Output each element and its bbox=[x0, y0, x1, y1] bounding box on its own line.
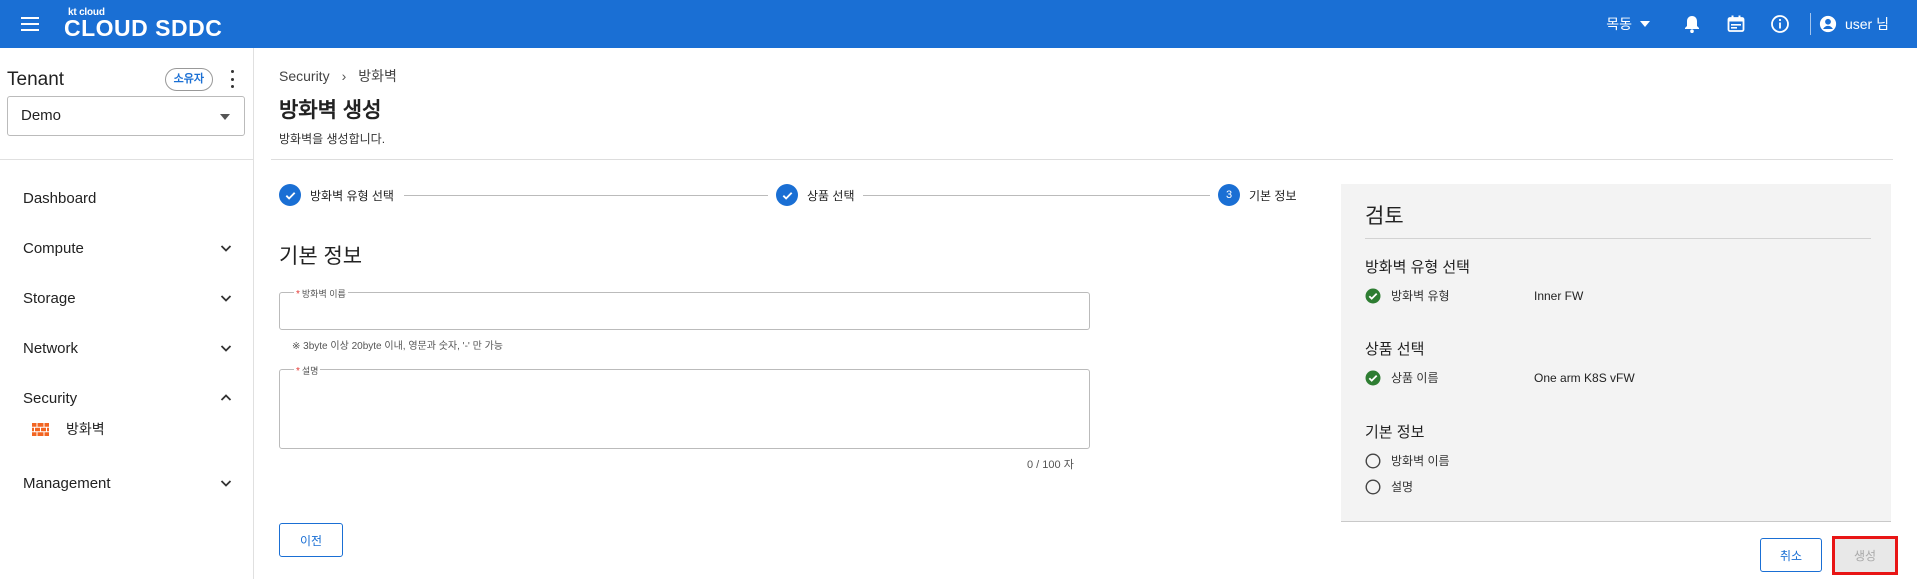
sidebar-subitem-label: 방화벽 bbox=[66, 421, 105, 437]
breadcrumb-separator: › bbox=[341, 68, 347, 84]
review-title: 검토 bbox=[1365, 205, 1404, 228]
cancel-button[interactable]: 취소 bbox=[1760, 538, 1822, 572]
step-basic-info: 3 기본 정보 bbox=[1210, 184, 1297, 206]
sidebar-item-label: Storage bbox=[23, 289, 76, 307]
sidebar-item-network[interactable]: Network bbox=[23, 336, 233, 360]
chevron-down-icon bbox=[220, 345, 232, 352]
review-row: 설명 bbox=[1365, 478, 1534, 495]
step-connector bbox=[860, 195, 1210, 196]
breadcrumb-security[interactable]: Security bbox=[279, 68, 330, 84]
review-key: 설명 bbox=[1391, 480, 1414, 494]
info-icon[interactable] bbox=[1758, 0, 1802, 48]
header-divider bbox=[271, 159, 1893, 160]
check-circle-icon bbox=[1365, 288, 1381, 303]
user-menu[interactable]: user 님 bbox=[1819, 14, 1889, 34]
step-label: 기본 정보 bbox=[1249, 188, 1297, 203]
review-section-title: 방화벽 유형 선택 bbox=[1365, 259, 1470, 276]
caret-down-icon bbox=[220, 114, 230, 120]
tenant-selected-value: Demo bbox=[21, 107, 62, 124]
chevron-down-icon bbox=[220, 480, 232, 487]
bell-icon[interactable] bbox=[1670, 0, 1714, 48]
description-label: * 설명 bbox=[294, 364, 321, 377]
firewall-name-label: * 방화벽 이름 bbox=[294, 287, 348, 300]
description-field: * 설명 bbox=[279, 364, 1090, 449]
stepper: 방화벽 유형 선택 상품 선택 3 기본 정보 bbox=[279, 184, 1297, 208]
firewall-icon bbox=[32, 422, 49, 436]
review-value: Inner FW bbox=[1534, 288, 1584, 303]
page-description: 방화벽을 생성합니다. bbox=[279, 132, 386, 146]
firewall-name-hint: ※ 3byte 이상 20byte 이내, 영문과 숫자, '-' 만 가능 bbox=[292, 341, 503, 352]
region-selector[interactable]: 목동 bbox=[1606, 14, 1650, 34]
tenant-header: Tenant 소유자 bbox=[7, 68, 245, 92]
step-label: 상품 선택 bbox=[807, 188, 855, 203]
sidebar-subitem-firewall[interactable]: 방화벽 bbox=[32, 419, 105, 439]
step-firewall-type: 방화벽 유형 선택 bbox=[279, 184, 402, 206]
description-textarea[interactable] bbox=[280, 370, 1089, 448]
check-circle-icon bbox=[1365, 370, 1381, 385]
review-value: One arm K8S vFW bbox=[1534, 370, 1635, 385]
sidebar-item-dashboard[interactable]: Dashboard bbox=[23, 186, 233, 210]
sidebar-item-label: Dashboard bbox=[23, 189, 97, 207]
review-section-title: 상품 선택 bbox=[1365, 341, 1425, 358]
review-panel: 검토 방화벽 유형 선택 방화벽 유형 Inner FW 상품 선택 상품 이름… bbox=[1341, 184, 1891, 522]
sidebar: Tenant 소유자 Demo Dashboard Compute Storag… bbox=[0, 48, 254, 579]
region-label: 목동 bbox=[1606, 16, 1632, 32]
check-icon bbox=[279, 184, 301, 206]
review-section-title: 기본 정보 bbox=[1365, 424, 1425, 441]
top-app-bar: kt cloud CLOUD SDDC 목동 user 님 bbox=[0, 0, 1917, 48]
calendar-icon[interactable] bbox=[1714, 0, 1758, 48]
sidebar-divider bbox=[0, 159, 254, 160]
breadcrumb-current: 방화벽 bbox=[358, 68, 397, 84]
sidebar-item-label: Management bbox=[23, 474, 111, 492]
form-section-title: 기본 정보 bbox=[279, 245, 363, 268]
logo[interactable]: kt cloud CLOUD SDDC bbox=[64, 8, 222, 40]
sidebar-item-label: Security bbox=[23, 389, 78, 407]
prev-button[interactable]: 이전 bbox=[279, 523, 343, 557]
review-row: 방화벽 유형 Inner FW bbox=[1365, 287, 1583, 304]
sidebar-item-storage[interactable]: Storage bbox=[23, 286, 233, 310]
review-row: 상품 이름 One arm K8S vFW bbox=[1365, 369, 1635, 386]
description-counter: 0 / 100 자 bbox=[1027, 459, 1074, 471]
main-content: Security › 방화벽 방화벽 생성 방화벽을 생성합니다. 방화벽 유형… bbox=[255, 48, 1917, 579]
review-key: 방화벽 유형 bbox=[1391, 289, 1450, 303]
caret-down-icon bbox=[1639, 21, 1650, 27]
sidebar-item-label: Compute bbox=[23, 239, 84, 257]
review-key: 방화벽 이름 bbox=[1391, 454, 1450, 468]
account-circle-icon bbox=[1819, 15, 1837, 33]
tenant-title: Tenant bbox=[7, 69, 65, 90]
empty-circle-icon bbox=[1365, 452, 1381, 469]
sidebar-item-label: Network bbox=[23, 339, 79, 357]
step-label: 방화벽 유형 선택 bbox=[310, 188, 394, 203]
tenant-select[interactable]: Demo bbox=[7, 96, 245, 136]
more-vert-icon[interactable] bbox=[231, 70, 235, 88]
firewall-name-input[interactable] bbox=[280, 293, 1089, 329]
user-name: user 님 bbox=[1844, 16, 1889, 32]
create-button[interactable]: 생성 bbox=[1832, 536, 1898, 575]
review-row: 방화벽 이름 bbox=[1365, 452, 1534, 469]
step-connector bbox=[404, 195, 768, 196]
owner-badge[interactable]: 소유자 bbox=[164, 68, 213, 91]
firewall-name-field: * 방화벽 이름 bbox=[279, 287, 1090, 330]
chevron-down-icon bbox=[220, 245, 232, 252]
topbar-divider bbox=[1809, 13, 1811, 35]
step-product: 상품 선택 bbox=[768, 184, 863, 206]
breadcrumb: Security › 방화벽 bbox=[279, 66, 397, 86]
review-key: 상품 이름 bbox=[1391, 371, 1439, 385]
page-title: 방화벽 생성 bbox=[279, 99, 382, 122]
review-divider bbox=[1365, 238, 1871, 239]
chevron-down-icon bbox=[220, 295, 232, 302]
empty-circle-icon bbox=[1365, 478, 1381, 495]
sidebar-item-security[interactable]: Security bbox=[23, 386, 233, 410]
menu-icon[interactable] bbox=[0, 0, 60, 48]
sidebar-item-compute[interactable]: Compute bbox=[23, 236, 233, 260]
step-number: 3 bbox=[1218, 184, 1240, 206]
chevron-up-icon bbox=[220, 394, 232, 401]
sidebar-item-management[interactable]: Management bbox=[23, 471, 233, 495]
logo-text: CLOUD SDDC bbox=[64, 15, 223, 41]
check-icon bbox=[776, 184, 798, 206]
